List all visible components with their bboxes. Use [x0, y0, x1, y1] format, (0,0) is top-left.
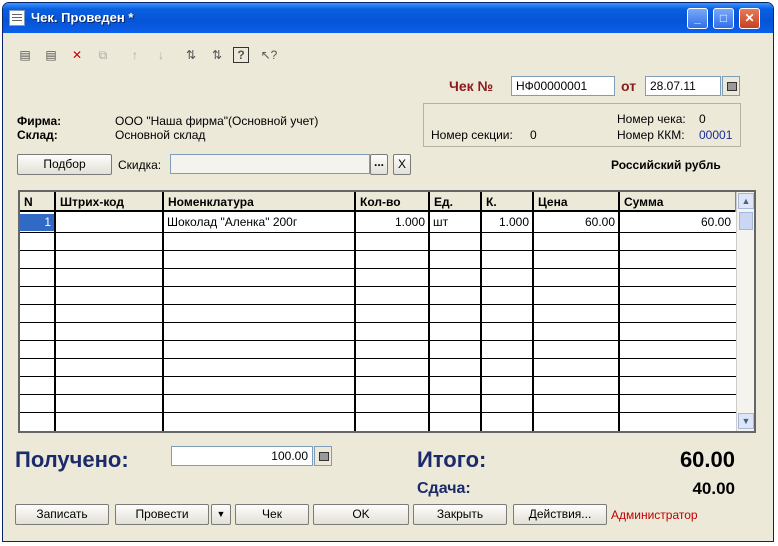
form-edit-icon[interactable]: ▤ — [41, 46, 61, 64]
warehouse-label: Склад: — [17, 128, 58, 142]
column-header-k[interactable]: К. — [482, 192, 534, 212]
column-header-n[interactable]: N — [20, 192, 56, 212]
maximize-button[interactable]: □ — [713, 8, 734, 29]
change-value: 40.00 — [692, 479, 735, 498]
check-button[interactable]: Чек — [235, 504, 309, 525]
cell-unit[interactable]: шт — [430, 214, 480, 231]
sort-desc-icon[interactable]: ⇅ — [207, 46, 227, 64]
form-icon[interactable]: ▤ — [15, 46, 35, 64]
check-no-label: Номер чека: — [617, 112, 686, 126]
cell-n[interactable]: 1 — [20, 214, 54, 231]
cell-price[interactable]: 60.00 — [534, 214, 618, 231]
date-from-label: от — [621, 78, 637, 94]
row-divider — [20, 232, 736, 233]
actions-button[interactable]: Действия... — [513, 504, 607, 525]
scroll-down-icon[interactable]: ▼ — [738, 413, 754, 429]
currency-label: Российский рубль — [611, 158, 721, 172]
scroll-up-icon[interactable]: ▲ — [738, 193, 754, 209]
close-window-button[interactable]: ✕ — [739, 8, 760, 29]
column-header-unit[interactable]: Ед. — [430, 192, 482, 212]
user-label: Администратор — [611, 508, 698, 522]
row-divider — [20, 250, 736, 251]
check-number-field[interactable]: НФ00000001 — [511, 76, 615, 96]
row-divider — [20, 358, 736, 359]
row-divider — [20, 322, 736, 323]
cell-k[interactable]: 1.000 — [482, 214, 532, 231]
row-divider — [20, 394, 736, 395]
change-label: Сдача: — [417, 480, 471, 497]
minimize-button[interactable]: _ — [687, 8, 708, 29]
check-no-value: 0 — [699, 112, 706, 126]
discount-field[interactable] — [170, 154, 370, 174]
column-header-item[interactable]: Номенклатура — [164, 192, 356, 212]
row-divider — [20, 268, 736, 269]
cell-item[interactable]: Шоколад "Аленка" 200г — [164, 214, 354, 231]
arrow-down-icon[interactable]: ↓ — [151, 46, 171, 64]
row-divider — [20, 376, 736, 377]
calendar-icon[interactable] — [722, 76, 740, 96]
row-divider — [20, 412, 736, 413]
firm-value[interactable]: ООО "Наша фирма"(Основной учет) — [115, 114, 318, 128]
window-title: Чек. Проведен * — [31, 10, 134, 25]
form-delete-icon[interactable]: ✕ — [67, 46, 87, 64]
sort-asc-icon[interactable]: ⇅ — [181, 46, 201, 64]
vertical-scrollbar[interactable]: ▲ ▼ — [736, 192, 754, 431]
cell-qty[interactable]: 1.000 — [356, 214, 428, 231]
row-divider — [20, 340, 736, 341]
ok-button[interactable]: OK — [313, 504, 409, 525]
calculator-icon[interactable] — [314, 446, 332, 466]
scroll-thumb[interactable] — [739, 212, 753, 230]
cell-barcode[interactable] — [56, 214, 162, 231]
discount-clear-button[interactable]: X — [393, 154, 411, 175]
column-header-price[interactable]: Цена — [534, 192, 620, 212]
cell-sum[interactable]: 60.00 — [620, 214, 734, 231]
arrow-up-icon[interactable]: ↑ — [125, 46, 145, 64]
total-value: 60.00 — [679, 447, 735, 472]
close-button[interactable]: Закрыть — [413, 504, 507, 525]
row-divider — [20, 286, 736, 287]
items-table[interactable]: N Штрих-код Номенклатура Кол-во Ед. К. Ц… — [18, 190, 756, 433]
kkm-value: 00001 — [699, 128, 733, 142]
context-help-icon[interactable]: ↖? — [259, 46, 279, 64]
document-window: Чек. Проведен * _ □ ✕ ▤ ▤ ✕ ⧉ ↑ ↓ ⇅ ⇅ ? … — [2, 2, 774, 542]
selection-button[interactable]: Подбор — [17, 154, 112, 175]
discount-label: Скидка: — [118, 158, 162, 172]
row-divider — [20, 304, 736, 305]
column-header-qty[interactable]: Кол-во — [356, 192, 430, 212]
section-label: Номер секции: — [431, 128, 513, 142]
kkm-label: Номер ККМ: — [617, 128, 685, 142]
post-button[interactable]: Провести — [115, 504, 209, 525]
discount-select-button[interactable]: ... — [370, 154, 388, 175]
table-header: N Штрих-код Номенклатура Кол-во Ед. К. Ц… — [20, 192, 736, 212]
help-icon[interactable]: ? — [233, 47, 249, 63]
total-label: Итого: — [417, 447, 487, 472]
document-icon — [9, 10, 25, 26]
received-field[interactable]: 100.00 — [171, 446, 313, 466]
date-field[interactable]: 28.07.11 — [645, 76, 721, 96]
warehouse-value[interactable]: Основной склад — [115, 128, 205, 142]
toolbar: ▤ ▤ ✕ ⧉ ↑ ↓ ⇅ ⇅ ? ↖? — [3, 33, 773, 67]
column-header-sum[interactable]: Сумма — [620, 192, 736, 212]
column-header-barcode[interactable]: Штрих-код — [56, 192, 164, 212]
write-button[interactable]: Записать — [15, 504, 109, 525]
title-bar[interactable]: Чек. Проведен * _ □ ✕ — [3, 3, 773, 33]
post-dropdown-chevron-down-icon[interactable]: ▼ — [211, 504, 231, 525]
check-number-label: Чек № — [449, 78, 494, 94]
section-value: 0 — [530, 128, 537, 142]
copy-icon[interactable]: ⧉ — [93, 46, 113, 64]
firm-label: Фирма: — [17, 114, 62, 128]
received-label: Получено: — [15, 447, 129, 472]
